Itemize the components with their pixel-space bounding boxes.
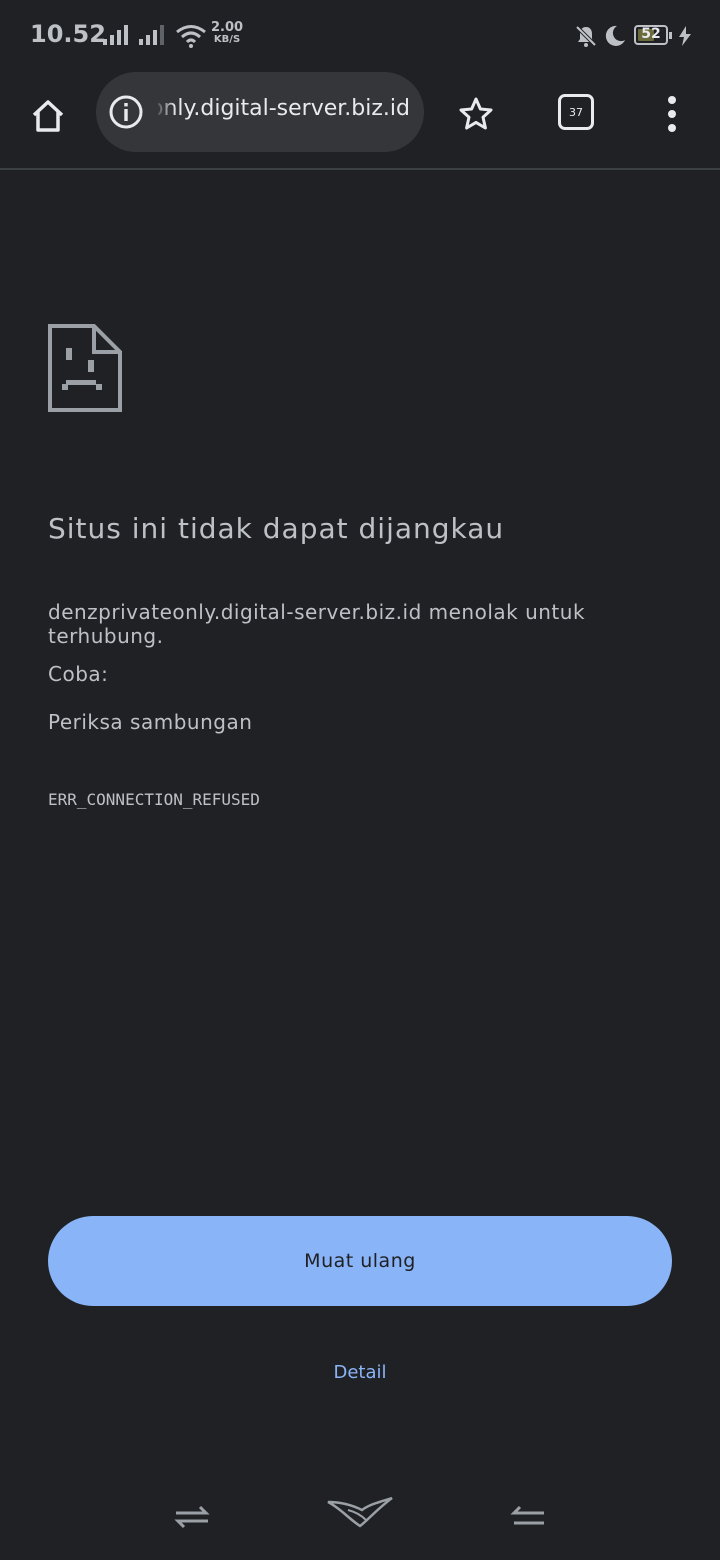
reload-button[interactable]: Muat ulang [48,1216,672,1306]
network-speed: 2.00 KB/S [211,20,244,46]
battery-icon: 52 [634,25,672,45]
mute-icon [575,25,597,47]
back-icon[interactable] [508,1504,548,1530]
url-text[interactable]: denzprivateonly.digital-server.biz.id [158,96,410,121]
url-bar[interactable]: denzprivateonly.digital-server.biz.id [96,72,424,152]
tab-switcher-icon[interactable]: 37 [558,94,594,130]
browser-toolbar: denzprivateonly.digital-server.biz.id 37 [0,72,720,170]
home-icon [32,100,64,132]
bookmark-button[interactable] [452,90,500,138]
network-speed-value: 2.00 [211,20,244,35]
status-bar: 10.52 2.00 KB/S 52 [0,0,720,72]
signal-2-icon [139,25,164,45]
home-logo-icon[interactable] [326,1496,394,1530]
do-not-disturb-icon [605,25,625,46]
details-link[interactable]: Detail [0,1362,720,1383]
suggestion-check-connection: Periksa sambungan [48,710,253,734]
info-icon[interactable] [108,94,144,130]
more-menu-button[interactable] [650,90,694,138]
bookmark-star-icon [459,97,493,130]
status-time: 10.52 [30,20,106,48]
network-speed-unit: KB/S [213,34,241,45]
home-button[interactable] [22,90,74,142]
try-label: Coba: [48,662,109,686]
tab-count: 37 [569,105,583,119]
error-page: Situs ini tidak dapat dijangkau denzpriv… [0,170,720,1470]
error-title: Situs ini tidak dapat dijangkau [48,512,505,545]
error-code: ERR_CONNECTION_REFUSED [48,790,260,809]
battery-level: 52 [641,26,661,42]
charging-icon [679,26,691,46]
navigation-bar [0,1470,720,1560]
more-menu-icon [668,96,676,132]
error-message: denzprivateonly.digital-server.biz.id me… [48,600,586,648]
recent-apps-icon[interactable] [172,1504,212,1530]
wifi-icon [176,25,206,48]
sad-page-icon [48,324,122,412]
signal-1-icon [103,25,128,45]
